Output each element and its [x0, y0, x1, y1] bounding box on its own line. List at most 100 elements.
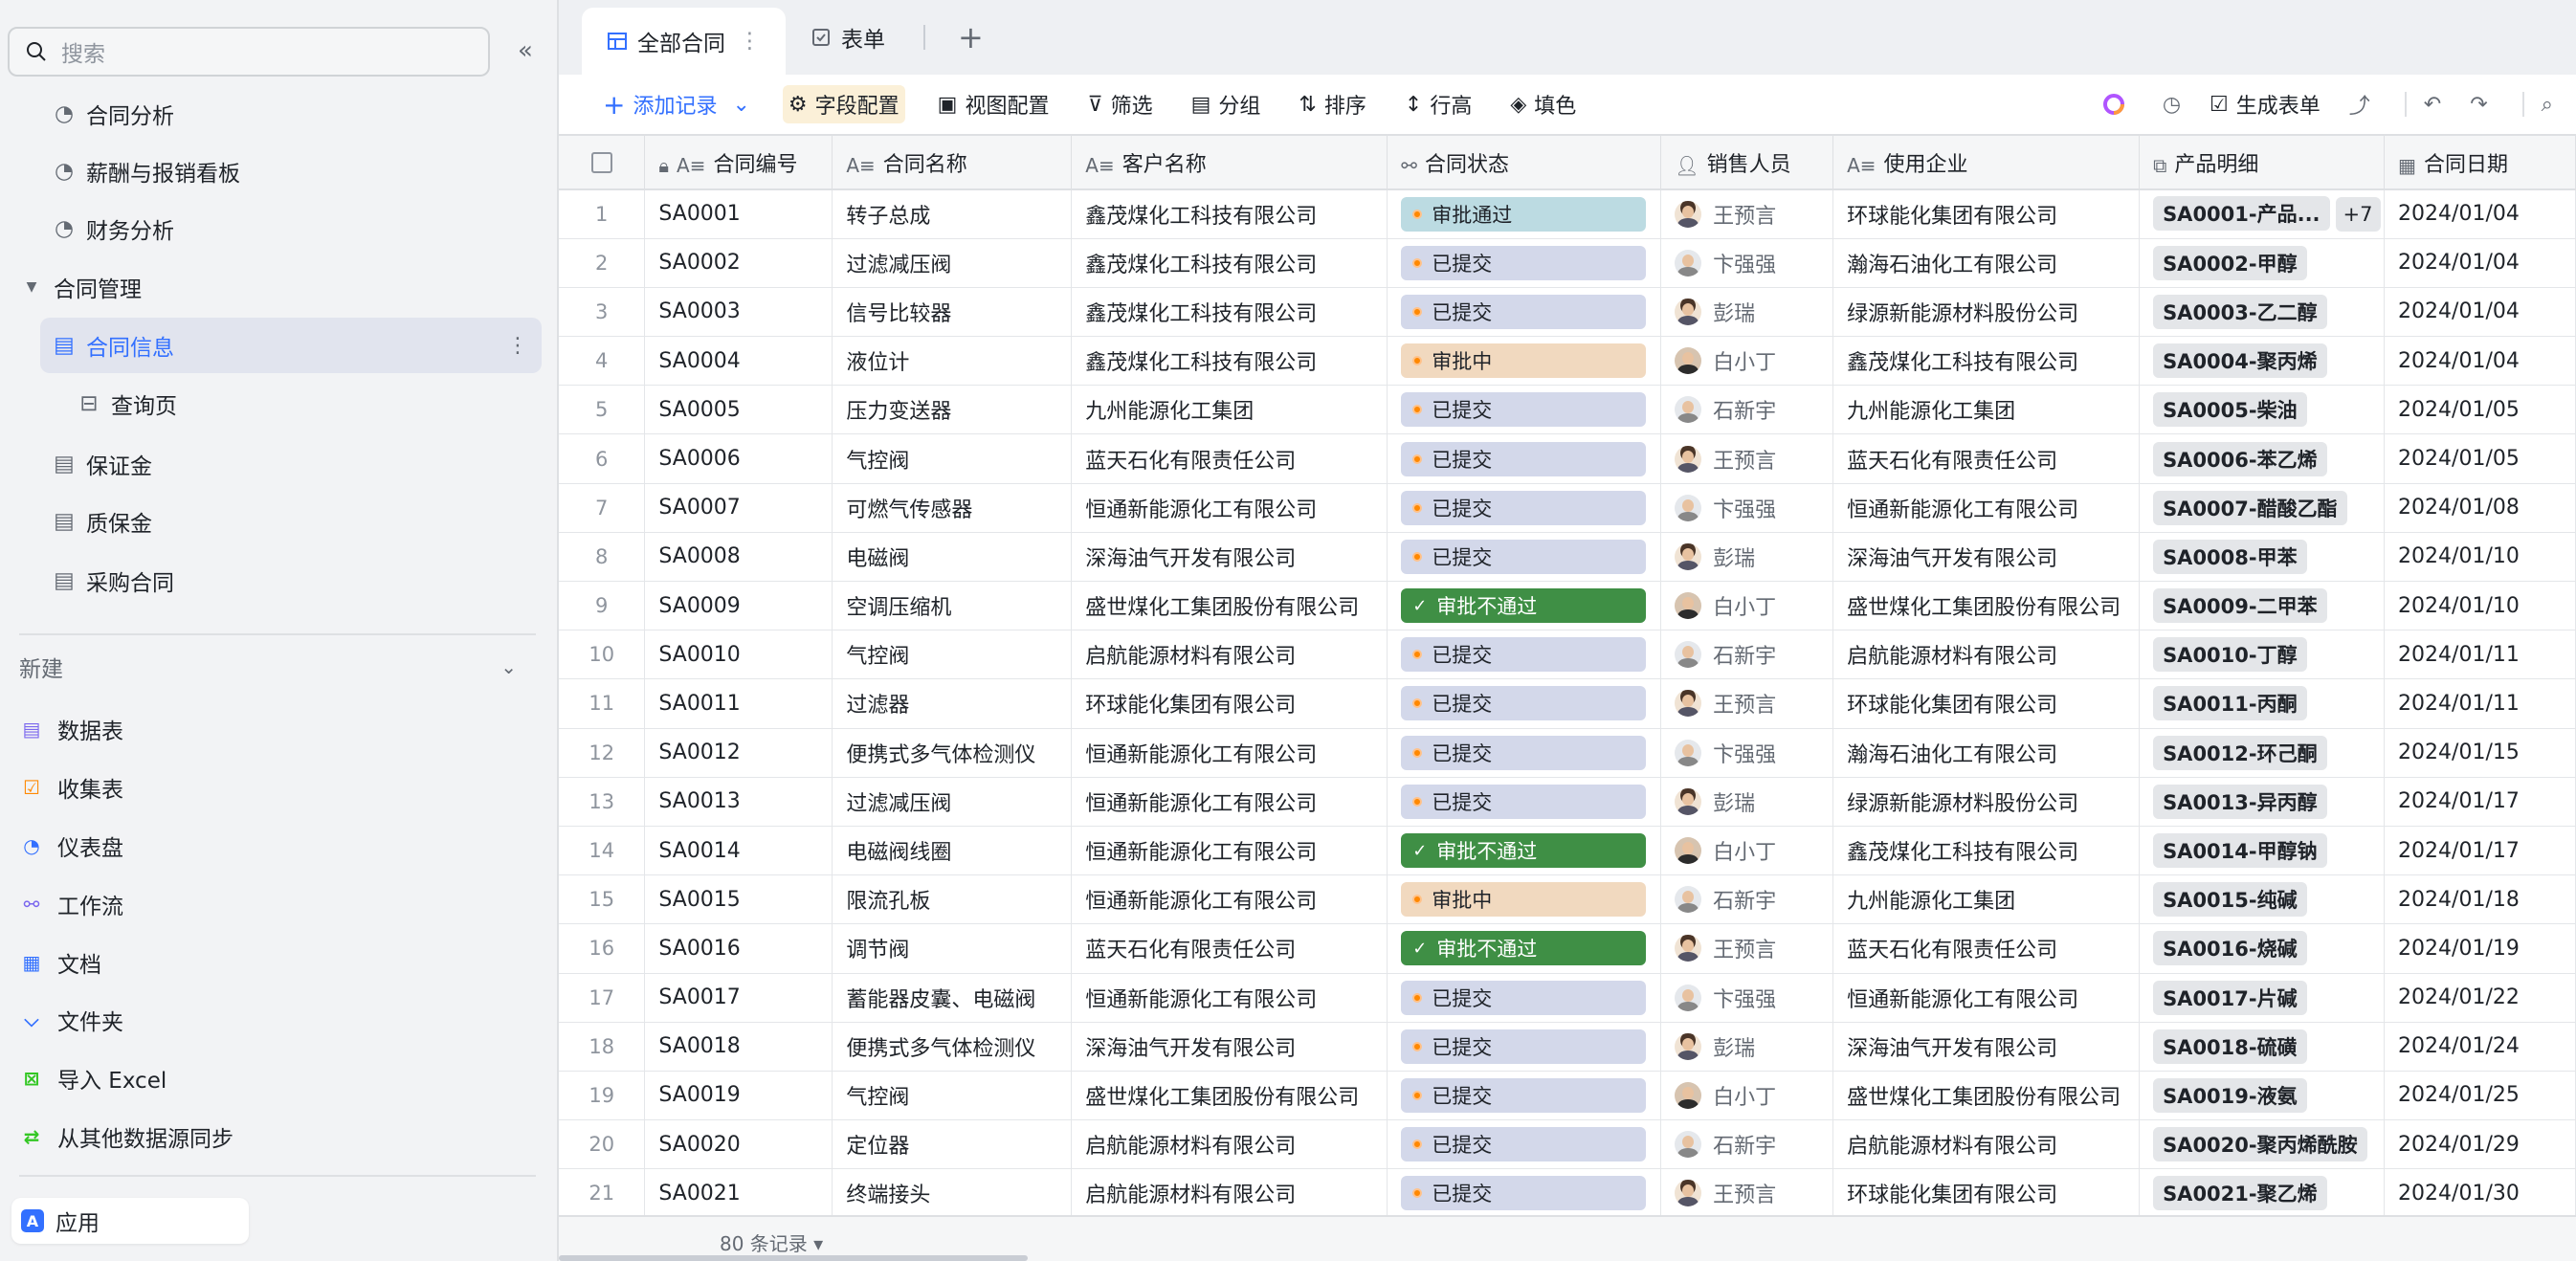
cell-customer[interactable]: 启航能源材料有限公司: [1071, 1168, 1388, 1215]
table-row[interactable]: 20 SA0020 定位器 启航能源材料有限公司 已提交 石新宇 启航能源材料有限公司 SA0…: [559, 1119, 2576, 1170]
table-row[interactable]: 14 SA0014 电磁阀线圈 恒通新能源化工有限公司 ✓ 审批不通过 白小丁 鑫茂煤化工科技…: [559, 826, 2576, 876]
cell-products[interactable]: SA0021-聚乙烯: [2139, 1168, 2386, 1215]
cell-date[interactable]: 2024/01/04: [2384, 287, 2576, 338]
table-row[interactable]: 6 SA0006 气控阀 蓝天石化有限责任公司 已提交 王预言 蓝天石化有限责任公司 SA00…: [559, 433, 2576, 484]
cell-sales[interactable]: 白小丁: [1660, 826, 1834, 876]
cell-sales[interactable]: 卞强强: [1660, 238, 1834, 288]
sync-datasource-button[interactable]: ⇄ 从其他数据源同步: [19, 1113, 233, 1161]
cell-sales[interactable]: 卞强强: [1660, 973, 1834, 1023]
cell-contract-id[interactable]: SA0003: [644, 287, 833, 338]
cell-contract-name[interactable]: 过滤减压阀: [832, 238, 1073, 288]
cell-customer[interactable]: 蓝天石化有限责任公司: [1071, 433, 1388, 484]
cell-contract-name[interactable]: 信号比较器: [832, 287, 1073, 338]
collapse-sidebar-icon[interactable]: «: [509, 34, 542, 67]
cell-products[interactable]: SA0016-烧碱: [2139, 923, 2386, 974]
sidebar-item-contract-info[interactable]: ▤ 合同信息 ⋮: [40, 318, 542, 373]
cell-products[interactable]: SA0004-聚丙烯: [2139, 336, 2386, 387]
table-row[interactable]: 8 SA0008 电磁阀 深海油气开发有限公司 已提交 彭瑞 深海油气开发有限公司 SA000…: [559, 532, 2576, 583]
cell-status[interactable]: ✓ 审批不通过: [1387, 581, 1662, 631]
cell-contract-name[interactable]: 电磁阀: [832, 532, 1073, 583]
sort-button[interactable]: ⇅ 排序: [1293, 85, 1371, 123]
table-row[interactable]: 13 SA0013 过滤减压阀 恒通新能源化工有限公司 已提交 彭瑞 绿源新能源材料股份公司…: [559, 777, 2576, 827]
cell-date[interactable]: 2024/01/08: [2384, 483, 2576, 533]
share-icon[interactable]: ⤴: [2343, 85, 2376, 123]
column-header-date[interactable]: ▦ 合同日期: [2384, 136, 2576, 190]
more-options-icon[interactable]: ⋮: [507, 334, 528, 358]
cell-contract-id[interactable]: SA0006: [644, 433, 833, 484]
table-row[interactable]: 11 SA0011 过滤器 环球能化集团有限公司 已提交 王预言 环球能化集团有限公司 SA0…: [559, 678, 2576, 729]
cell-products[interactable]: SA0001-产品... +7: [2139, 189, 2386, 239]
select-all-checkbox[interactable]: [559, 136, 646, 190]
cell-date[interactable]: 2024/01/11: [2384, 630, 2576, 680]
cell-contract-id[interactable]: SA0017: [644, 973, 833, 1023]
cell-date[interactable]: 2024/01/25: [2384, 1071, 2576, 1121]
cell-products[interactable]: SA0006-苯乙烯: [2139, 433, 2386, 484]
cell-products[interactable]: SA0008-甲苯: [2139, 532, 2386, 583]
cell-sales[interactable]: 王预言: [1660, 433, 1834, 484]
cell-customer[interactable]: 蓝天石化有限责任公司: [1071, 923, 1388, 974]
cell-products[interactable]: SA0014-甲醇钠: [2139, 826, 2386, 876]
cell-products[interactable]: SA0011-丙酮: [2139, 678, 2386, 729]
cell-contract-id[interactable]: SA0011: [644, 678, 833, 729]
field-config-button[interactable]: ⚙ 字段配置: [782, 85, 905, 123]
column-header-status[interactable]: ⚯ 合同状态: [1387, 136, 1662, 190]
cell-contract-id[interactable]: SA0020: [644, 1119, 833, 1170]
cell-sales[interactable]: 彭瑞: [1660, 287, 1834, 338]
cell-status[interactable]: 已提交: [1387, 238, 1662, 288]
cell-contract-id[interactable]: SA0010: [644, 630, 833, 680]
cell-company[interactable]: 恒通新能源化工有限公司: [1832, 973, 2141, 1023]
cell-contract-name[interactable]: 过滤器: [832, 678, 1073, 729]
new-doc-button[interactable]: ▦ 文档: [19, 939, 101, 986]
table-row[interactable]: 1 SA0001 转子总成 鑫茂煤化工科技有限公司 审批通过 王预言 环球能化集团有限公司 S…: [559, 189, 2576, 239]
cell-customer[interactable]: 恒通新能源化工有限公司: [1071, 728, 1388, 778]
cell-products[interactable]: SA0009-二甲苯: [2139, 581, 2386, 631]
chevron-down-icon[interactable]: ⌄: [732, 93, 749, 117]
column-header-customer[interactable]: A≡ 客户名称: [1071, 136, 1388, 190]
cell-customer[interactable]: 九州能源化工集团: [1071, 385, 1388, 435]
cell-date[interactable]: 2024/01/17: [2384, 826, 2576, 876]
group-button[interactable]: ▤ 分组: [1186, 85, 1267, 123]
horizontal-scrollbar[interactable]: [559, 1255, 1028, 1261]
ai-assistant-icon[interactable]: [2096, 85, 2140, 123]
chevron-down-icon[interactable]: ⌄: [500, 655, 517, 678]
column-header-sales[interactable]: 👤︎ 销售人员: [1660, 136, 1834, 190]
cell-sales[interactable]: 石新宇: [1660, 874, 1834, 925]
search-records-icon[interactable]: ⌕: [2536, 85, 2559, 123]
cell-contract-id[interactable]: SA0007: [644, 483, 833, 533]
cell-contract-name[interactable]: 电磁阀线圈: [832, 826, 1073, 876]
tab-all-contracts[interactable]: 全部合同 ⋮: [582, 8, 786, 75]
sidebar-item-finance-analysis[interactable]: ◔ 财务分析: [52, 201, 174, 256]
add-view-icon[interactable]: +: [939, 19, 1003, 55]
table-row[interactable]: 4 SA0004 液位计 鑫茂煤化工科技有限公司 审批中 白小丁 鑫茂煤化工科技有限公司 SA…: [559, 336, 2576, 387]
cell-company[interactable]: 环球能化集团有限公司: [1832, 1168, 2141, 1215]
cell-contract-name[interactable]: 气控阀: [832, 433, 1073, 484]
cell-status[interactable]: 已提交: [1387, 433, 1662, 484]
cell-sales[interactable]: 石新宇: [1660, 385, 1834, 435]
cell-status[interactable]: 已提交: [1387, 728, 1662, 778]
cell-company[interactable]: 启航能源材料有限公司: [1832, 630, 2141, 680]
cell-customer[interactable]: 盛世煤化工集团股份有限公司: [1071, 581, 1388, 631]
table-row[interactable]: 19 SA0019 气控阀 盛世煤化工集团股份有限公司 已提交 白小丁 盛世煤化工集团股份有…: [559, 1071, 2576, 1121]
cell-contract-id[interactable]: SA0009: [644, 581, 833, 631]
cell-company[interactable]: 深海油气开发有限公司: [1832, 1022, 2141, 1072]
table-row[interactable]: 18 SA0018 便携式多气体检测仪 深海油气开发有限公司 已提交 彭瑞 深海油气开发有限…: [559, 1022, 2576, 1072]
cell-customer[interactable]: 启航能源材料有限公司: [1071, 630, 1388, 680]
table-row[interactable]: 16 SA0016 调节阀 蓝天石化有限责任公司 ✓ 审批不通过 王预言 蓝天石化有限责任公司…: [559, 923, 2576, 974]
redo-icon[interactable]: ↷: [2464, 85, 2493, 123]
cell-products[interactable]: SA0019-液氨: [2139, 1071, 2386, 1121]
cell-company[interactable]: 启航能源材料有限公司: [1832, 1119, 2141, 1170]
table-row[interactable]: 9 SA0009 空调压缩机 盛世煤化工集团股份有限公司 ✓ 审批不通过 白小丁 盛世煤化工集…: [559, 581, 2576, 631]
search-input[interactable]: 搜索: [8, 27, 490, 77]
cell-contract-id[interactable]: SA0001: [644, 189, 833, 239]
table-row[interactable]: 21 SA0021 终端接头 启航能源材料有限公司 已提交 王预言 环球能化集团有限公司 SA…: [559, 1168, 2576, 1215]
new-table-button[interactable]: ▤ 数据表: [19, 705, 123, 753]
table-row[interactable]: 3 SA0003 信号比较器 鑫茂煤化工科技有限公司 已提交 彭瑞 绿源新能源材料股份公司 S…: [559, 287, 2576, 338]
cell-date[interactable]: 2024/01/30: [2384, 1168, 2576, 1215]
app-button[interactable]: A 应用: [11, 1198, 249, 1244]
cell-date[interactable]: 2024/01/05: [2384, 385, 2576, 435]
sidebar-item-salary-board[interactable]: ◔ 薪酬与报销看板: [52, 144, 240, 199]
cell-sales[interactable]: 卞强强: [1660, 728, 1834, 778]
cell-company[interactable]: 环球能化集团有限公司: [1832, 189, 2141, 239]
cell-contract-name[interactable]: 限流孔板: [832, 874, 1073, 925]
cell-status[interactable]: ✓ 审批不通过: [1387, 826, 1662, 876]
